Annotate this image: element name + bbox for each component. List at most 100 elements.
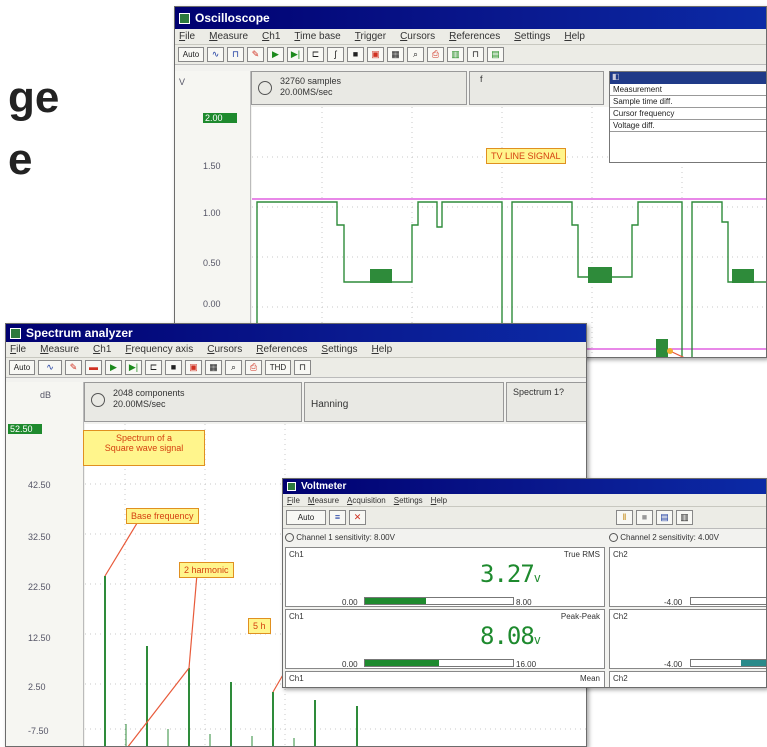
- fifth-harmonic-note: 5 h: [248, 618, 271, 634]
- channel-2-sensitivity: Channel 2 sensitivity: 4.00V: [620, 533, 719, 542]
- app-icon[interactable]: [287, 482, 296, 491]
- menu-file[interactable]: File: [179, 31, 195, 42]
- cursor-point[interactable]: [667, 348, 673, 354]
- print-icon[interactable]: ⎙: [245, 360, 262, 375]
- step-icon[interactable]: ▶|: [287, 47, 304, 62]
- marker-icon[interactable]: ✎: [65, 360, 82, 375]
- channel-1-sensitivity: Channel 1 sensitivity: 8.00V: [296, 533, 395, 542]
- menu-cursors[interactable]: Cursors: [207, 344, 242, 355]
- app-icon[interactable]: [179, 12, 190, 24]
- measure-mode: Mean: [579, 674, 600, 683]
- pause-icon[interactable]: ‖: [616, 510, 633, 525]
- table-row[interactable]: Cursor frequency: [610, 108, 766, 120]
- menu-help[interactable]: Help: [372, 344, 393, 355]
- ch2-panel[interactable]: Ch2: [609, 671, 766, 687]
- run-icon[interactable]: ▶: [105, 360, 122, 375]
- zoom-icon[interactable]: ⌕: [225, 360, 242, 375]
- filter-icon[interactable]: ⊓: [467, 47, 484, 62]
- ch1-peak-panel[interactable]: Ch1 Peak-Peak 8.08v 0.00 16.00: [285, 609, 605, 669]
- thd-button[interactable]: THD: [265, 360, 291, 375]
- sine-wave-icon[interactable]: ∿: [207, 47, 224, 62]
- channels-icon[interactable]: ≡: [329, 510, 346, 525]
- osc-y-label-active[interactable]: 2.00: [203, 113, 237, 123]
- channel-icon[interactable]: ■: [347, 47, 364, 62]
- voltmeter-menubar: File Measure Acquisition Settings Help: [283, 494, 766, 507]
- close-channel-icon[interactable]: ✕: [349, 510, 366, 525]
- run-icon[interactable]: ▶: [267, 47, 284, 62]
- table-row[interactable]: Sample time diff.: [610, 96, 766, 108]
- menu-trigger[interactable]: Trigger: [355, 31, 386, 42]
- square-wave-icon[interactable]: ⊓: [227, 47, 244, 62]
- print-icon[interactable]: ⎙: [427, 47, 444, 62]
- menu-file[interactable]: File: [10, 344, 26, 355]
- menu-measure[interactable]: Measure: [308, 496, 339, 505]
- channel-2-header: Channel 2 sensitivity: 4.00V: [609, 533, 766, 545]
- trigger-icon[interactable]: ʃ: [327, 47, 344, 62]
- trigger-marker: f: [480, 74, 483, 84]
- measurement-table-header[interactable]: ◧: [610, 72, 766, 84]
- menu-references[interactable]: References: [256, 344, 307, 355]
- layout-icon[interactable]: ▦: [205, 360, 222, 375]
- zoom-icon[interactable]: ⌕: [407, 47, 424, 62]
- menu-settings[interactable]: Settings: [514, 31, 550, 42]
- tv-line-signal-note: TV LINE SIGNAL: [486, 148, 566, 164]
- voltmeter-titlebar[interactable]: Voltmeter: [283, 479, 766, 494]
- menu-references[interactable]: References: [449, 31, 500, 42]
- filter-icon[interactable]: ⊓: [294, 360, 311, 375]
- menu-ch1[interactable]: Ch1: [262, 31, 280, 42]
- menu-file[interactable]: File: [287, 496, 300, 505]
- save-icon[interactable]: ▤: [656, 510, 673, 525]
- menu-help[interactable]: Help: [564, 31, 585, 42]
- menu-frequency-axis[interactable]: Frequency axis: [125, 344, 193, 355]
- menu-measure[interactable]: Measure: [209, 31, 248, 42]
- clock-icon: [258, 81, 272, 95]
- ch1-mean-panel[interactable]: Ch1 Mean: [285, 671, 605, 687]
- bar-min: -4.00: [664, 598, 683, 607]
- display-icon[interactable]: ▥: [447, 47, 464, 62]
- menu-measure[interactable]: Measure: [40, 344, 79, 355]
- auto-button[interactable]: Auto: [9, 360, 35, 375]
- ch1-rms-panel[interactable]: Ch1 True RMS 3.27v 0.00 8.00: [285, 547, 605, 607]
- step-icon[interactable]: ▶|: [125, 360, 142, 375]
- menu-cursors[interactable]: Cursors: [400, 31, 435, 42]
- bar-min: 0.00: [342, 598, 358, 607]
- marker-icon[interactable]: ✎: [247, 47, 264, 62]
- level-fill: [741, 660, 766, 666]
- export-icon[interactable]: ▥: [676, 510, 693, 525]
- osc-y-axis: V 2.00 1.50 1.00 0.50 0.00: [175, 71, 251, 357]
- auto-button[interactable]: Auto: [178, 47, 204, 62]
- stop-icon[interactable]: ■: [636, 510, 653, 525]
- osc-y-label: 1.00: [203, 208, 221, 218]
- layout-icon[interactable]: ▦: [387, 47, 404, 62]
- menu-help[interactable]: Help: [431, 496, 447, 505]
- table-row[interactable]: Measurement: [610, 84, 766, 96]
- auto-button[interactable]: Auto: [286, 510, 326, 525]
- menu-settings[interactable]: Settings: [394, 496, 423, 505]
- single-shot-icon[interactable]: ⊏: [307, 47, 324, 62]
- channel-icon[interactable]: ■: [165, 360, 182, 375]
- spectrum-right-label: Spectrum 1?: [513, 387, 565, 397]
- grid-icon[interactable]: ▤: [487, 47, 504, 62]
- sine-wave-icon[interactable]: ∿: [38, 360, 62, 375]
- clock-icon: [91, 393, 105, 407]
- spectrum-y-label-active[interactable]: 52.50: [8, 424, 42, 434]
- oscilloscope-titlebar[interactable]: Oscilloscope: [175, 7, 766, 29]
- table-row[interactable]: Voltage diff.: [610, 120, 766, 132]
- menu-acquisition[interactable]: Acquisition: [347, 496, 386, 505]
- menu-ch1[interactable]: Ch1: [93, 344, 111, 355]
- channel-1-header: Channel 1 sensitivity: 8.00V: [285, 533, 605, 545]
- single-shot-icon[interactable]: ⊏: [145, 360, 162, 375]
- ch2-panel[interactable]: Ch2 -4.00: [609, 547, 766, 607]
- menu-time-base[interactable]: Time base: [294, 31, 340, 42]
- channel-label: Ch2: [613, 550, 628, 559]
- spectrum-y-label: 32.50: [28, 532, 51, 542]
- waveform-icon[interactable]: ▬: [85, 360, 102, 375]
- ch2-panel[interactable]: Ch2 -4.00: [609, 609, 766, 669]
- menu-settings[interactable]: Settings: [321, 344, 357, 355]
- record-icon[interactable]: ▣: [185, 360, 202, 375]
- second-harmonic-note: 2 harmonic: [179, 562, 234, 578]
- record-icon[interactable]: ▣: [367, 47, 384, 62]
- app-icon[interactable]: [10, 327, 21, 339]
- oscilloscope-toolbar: Auto ∿ ⊓ ✎ ▶ ▶| ⊏ ʃ ■ ▣ ▦ ⌕ ⎙ ▥ ⊓ ▤: [175, 45, 766, 65]
- spectrum-titlebar[interactable]: Spectrum analyzer: [6, 324, 586, 342]
